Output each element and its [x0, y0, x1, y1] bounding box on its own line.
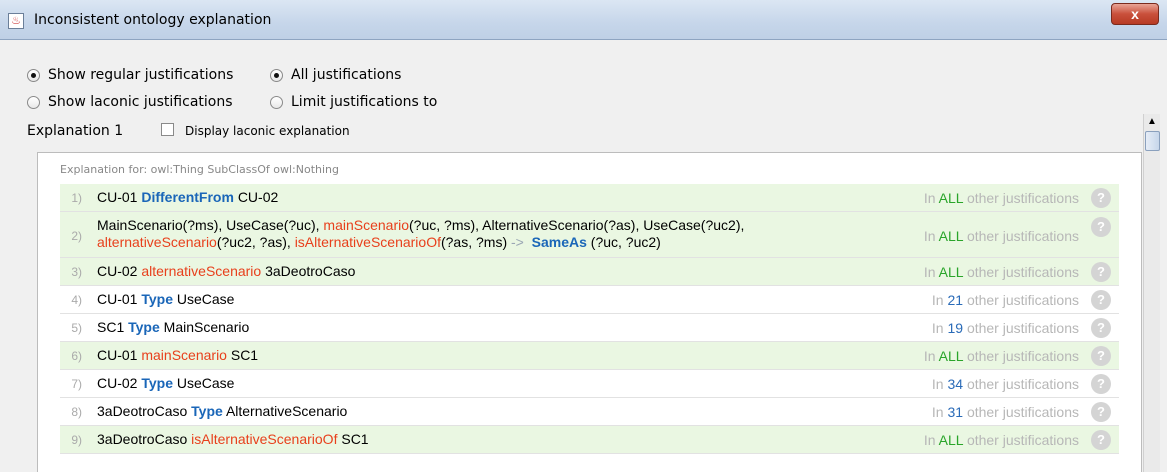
all-justifications-label: All justifications	[291, 67, 402, 83]
help-icon[interactable]: ?	[1091, 318, 1111, 338]
axiom-text: 3aDeotroCaso isAlternativeScenarioOf SC1	[97, 431, 369, 447]
help-icon[interactable]: ?	[1091, 262, 1111, 282]
display-laconic-label: Display laconic explanation	[185, 124, 350, 138]
all-justifications-radio[interactable]: All justifications	[270, 67, 401, 83]
axiom-text: SC1 Type MainScenario	[97, 319, 250, 335]
axiom-text: CU-02 Type UseCase	[97, 375, 235, 391]
limit-justifications-radio[interactable]: Limit justifications to	[270, 94, 437, 110]
window-title: Inconsistent ontology explanation	[34, 12, 272, 28]
row-number: 9)	[71, 433, 82, 447]
dialog-body: Show regular justifications All justific…	[8, 41, 1160, 472]
limit-justifications-label: Limit justifications to	[291, 94, 438, 110]
java-app-icon: ♨	[8, 13, 24, 29]
display-laconic-checkbox[interactable]	[161, 123, 174, 136]
axiom-text: CU-01 mainScenario SC1	[97, 347, 259, 363]
radio-selected-icon	[270, 68, 283, 82]
justification-count: In ALL other justifications	[923, 190, 1079, 206]
row-number: 8)	[71, 405, 82, 419]
radio-unselected-icon	[27, 95, 40, 109]
justification-row[interactable]: 9) 3aDeotroCaso isAlternativeScenarioOf …	[60, 426, 1119, 454]
show-laconic-label: Show laconic justifications	[48, 94, 233, 110]
show-regular-radio[interactable]: Show regular justifications	[27, 67, 233, 83]
show-regular-label: Show regular justifications	[48, 67, 234, 83]
axiom-text: CU-02 alternativeScenario 3aDeotroCaso	[97, 263, 356, 279]
justification-row[interactable]: 4) CU-01 Type UseCase In 21 other justif…	[60, 286, 1119, 314]
row-number: 2)	[71, 229, 82, 243]
row-number: 1)	[71, 191, 82, 205]
close-button[interactable]: x	[1111, 3, 1159, 25]
row-number: 7)	[71, 377, 82, 391]
help-icon[interactable]: ?	[1091, 374, 1111, 394]
scroll-up-arrow-icon[interactable]: ▲	[1144, 114, 1160, 130]
explanation-header: Explanation for: owl:Thing SubClassOf ow…	[60, 163, 339, 176]
axiom-text: CU-01 Type UseCase	[97, 291, 235, 307]
justification-row[interactable]: 2) MainScenario(?ms), UseCase(?uc), main…	[60, 212, 1119, 258]
justification-row[interactable]: 1) CU-01 DifferentFrom CU-02 In ALL othe…	[60, 184, 1119, 212]
show-laconic-radio[interactable]: Show laconic justifications	[27, 94, 233, 110]
axiom-text: 3aDeotroCaso Type AlternativeScenario	[97, 403, 348, 419]
row-number: 6)	[71, 349, 82, 363]
help-icon[interactable]: ?	[1091, 346, 1111, 366]
justification-count: In ALL other justifications	[923, 348, 1079, 364]
justification-count: In 19 other justifications	[931, 320, 1079, 336]
justification-count: In ALL other justifications	[923, 228, 1079, 244]
axiom-text: MainScenario(?ms), UseCase(?uc), mainSce…	[97, 217, 745, 250]
justification-count: In 21 other justifications	[931, 292, 1079, 308]
explanation-panel: Explanation for: owl:Thing SubClassOf ow…	[37, 152, 1142, 472]
help-icon[interactable]: ?	[1091, 217, 1111, 237]
help-icon[interactable]: ?	[1091, 430, 1111, 450]
row-number: 3)	[71, 265, 82, 279]
justification-row[interactable]: 8) 3aDeotroCaso Type AlternativeScenario…	[60, 398, 1119, 426]
title-bar: ♨ Inconsistent ontology explanation x	[0, 0, 1167, 40]
justification-row[interactable]: 7) CU-02 Type UseCase In 34 other justif…	[60, 370, 1119, 398]
help-icon[interactable]: ?	[1091, 188, 1111, 208]
justification-row[interactable]: 5) SC1 Type MainScenario In 19 other jus…	[60, 314, 1119, 342]
justification-count: In ALL other justifications	[923, 264, 1079, 280]
radio-selected-icon	[27, 68, 40, 82]
help-icon[interactable]: ?	[1091, 290, 1111, 310]
help-icon[interactable]: ?	[1091, 402, 1111, 422]
justification-count: In 34 other justifications	[931, 376, 1079, 392]
axiom-text: CU-01 DifferentFrom CU-02	[97, 189, 279, 205]
row-number: 4)	[71, 293, 82, 307]
justification-row[interactable]: 6) CU-01 mainScenario SC1 In ALL other j…	[60, 342, 1119, 370]
justification-count: In 31 other justifications	[931, 404, 1079, 420]
radio-unselected-icon	[270, 95, 283, 109]
row-number: 5)	[71, 321, 82, 335]
vertical-scrollbar[interactable]: ▲	[1143, 114, 1160, 472]
explanation-title: Explanation 1	[27, 123, 124, 139]
scroll-thumb[interactable]	[1145, 131, 1160, 151]
justification-row[interactable]: 3) CU-02 alternativeScenario 3aDeotroCas…	[60, 258, 1119, 286]
justification-count: In ALL other justifications	[923, 432, 1079, 448]
